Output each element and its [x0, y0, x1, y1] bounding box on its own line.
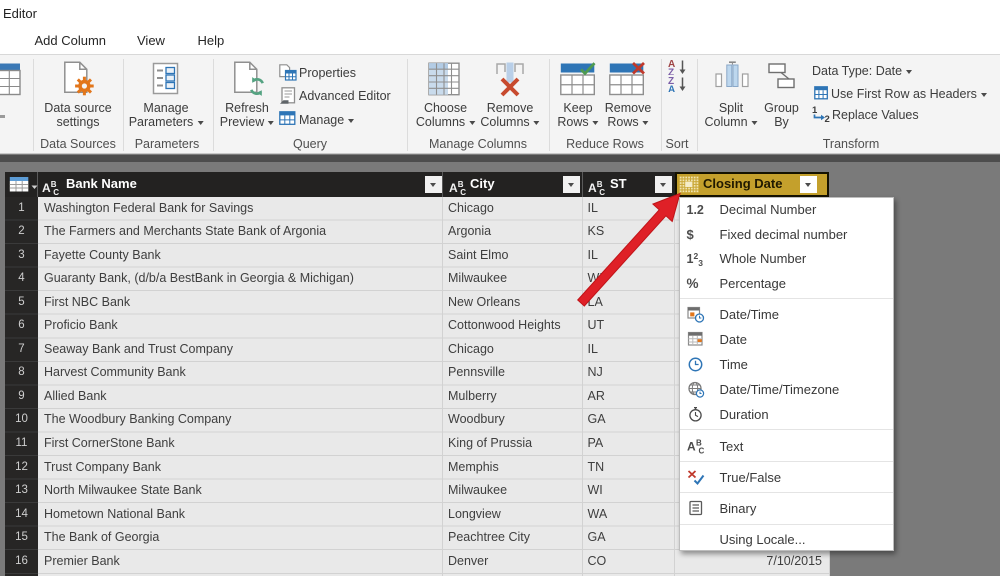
svg-text:1: 1 — [812, 105, 818, 116]
svg-text:A: A — [687, 439, 696, 453]
svg-text:A: A — [588, 181, 597, 195]
svg-text:C: C — [53, 188, 59, 195]
svg-text:A: A — [449, 181, 458, 195]
svg-text:2: 2 — [825, 114, 830, 122]
svg-text:C: C — [698, 446, 704, 454]
svg-text:Z: Z — [668, 68, 674, 76]
svg-text:A: A — [668, 85, 675, 93]
svg-text:C: C — [599, 188, 605, 195]
svg-text:C: C — [460, 188, 466, 195]
svg-text:A: A — [42, 181, 51, 195]
